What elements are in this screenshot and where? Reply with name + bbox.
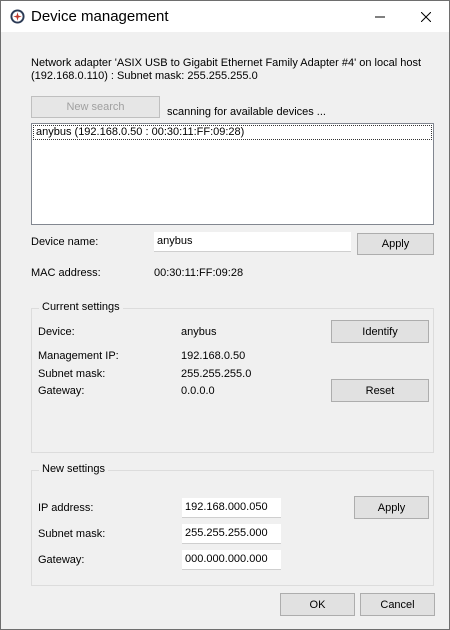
minimize-button[interactable] [357,1,403,32]
current-device-value: anybus [181,326,217,338]
close-button[interactable] [403,1,449,32]
apply-new-settings-button[interactable]: Apply [354,496,429,519]
new-ip-input[interactable]: 192.168.000.050 [182,498,281,518]
list-item[interactable]: anybus (192.168.0.50 : 00:30:11:FF:09:28… [33,125,432,140]
management-ip-label: Management IP: [38,350,119,362]
minimize-icon [375,16,385,17]
adapter-info-line2: (192.168.0.110) : Subnet mask: 255.255.2… [31,70,258,82]
cancel-button[interactable]: Cancel [360,593,435,616]
current-settings-title: Current settings [39,301,123,313]
adapter-info-line1: Network adapter 'ASIX USB to Gigabit Eth… [31,57,422,69]
new-subnet-label: Subnet mask: [38,528,106,540]
reset-button[interactable]: Reset [331,379,429,402]
new-gateway-label: Gateway: [38,554,85,566]
new-search-button[interactable]: New search [31,96,160,118]
current-gateway-value: 0.0.0.0 [181,385,215,397]
new-ip-label: IP address: [38,502,94,514]
new-settings-title: New settings [39,463,108,475]
new-gateway-input[interactable]: 000.000.000.000 [182,550,281,570]
device-name-input[interactable]: anybus [154,232,351,252]
current-subnet-value: 255.255.255.0 [181,368,252,380]
current-gateway-label: Gateway: [38,385,85,397]
app-icon [10,9,25,24]
title-bar[interactable]: Device management [1,1,449,32]
device-list[interactable]: anybus (192.168.0.50 : 00:30:11:FF:09:28… [31,123,434,225]
close-icon [421,11,431,22]
ok-button[interactable]: OK [280,593,355,616]
window-title: Device management [31,8,169,25]
device-name-label: Device name: [31,236,99,248]
mac-address-value: 00:30:11:FF:09:28 [154,267,244,279]
new-subnet-input[interactable]: 255.255.255.000 [182,524,281,544]
apply-device-name-button[interactable]: Apply [357,233,434,255]
current-subnet-label: Subnet mask: [38,368,106,380]
device-management-window: Device management Network adapter 'ASIX … [0,0,450,630]
current-device-label: Device: [38,326,75,338]
identify-button[interactable]: Identify [331,320,429,343]
management-ip-value: 192.168.0.50 [181,350,246,362]
mac-address-label: MAC address: [31,267,101,279]
scan-status: scanning for available devices ... [167,106,326,118]
